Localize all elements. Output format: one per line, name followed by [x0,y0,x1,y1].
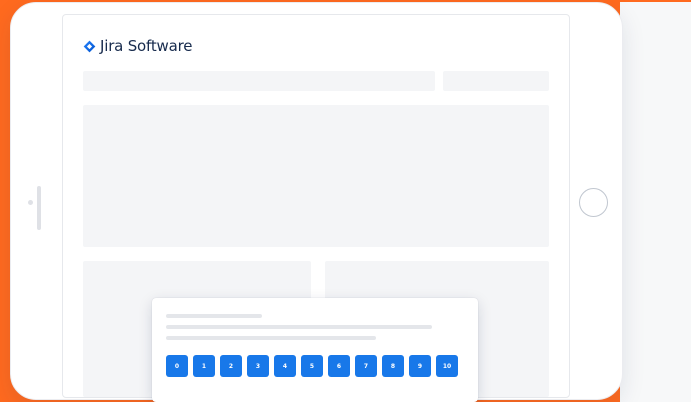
placeholder-text-line [166,314,262,318]
brand-name: Jira Software [100,37,193,55]
background-panel [620,2,691,402]
rating-button-3[interactable]: 3 [247,355,269,377]
tablet-side-sensor [37,186,41,230]
placeholder-text-line [166,336,376,340]
rating-button-9[interactable]: 9 [409,355,431,377]
jira-diamond-icon [83,40,96,52]
rating-scale: 0 1 2 3 4 5 6 7 8 9 10 [166,355,458,377]
rating-button-4[interactable]: 4 [274,355,296,377]
rating-button-2[interactable]: 2 [220,355,242,377]
rating-button-8[interactable]: 8 [382,355,404,377]
rating-button-6[interactable]: 6 [328,355,350,377]
placeholder-main-panel [83,105,549,247]
survey-card: 0 1 2 3 4 5 6 7 8 9 10 [152,298,478,402]
rating-button-7[interactable]: 7 [355,355,377,377]
placeholder-action-bar [443,71,549,91]
rating-button-1[interactable]: 1 [193,355,215,377]
tablet-camera-dot [28,200,33,205]
brand-logo: Jira Software [83,37,192,55]
placeholder-title-bar [83,71,435,91]
placeholder-text-line [166,325,432,329]
tablet-home-button[interactable] [579,188,608,217]
rating-button-5[interactable]: 5 [301,355,323,377]
rating-button-10[interactable]: 10 [436,355,458,377]
rating-button-0[interactable]: 0 [166,355,188,377]
